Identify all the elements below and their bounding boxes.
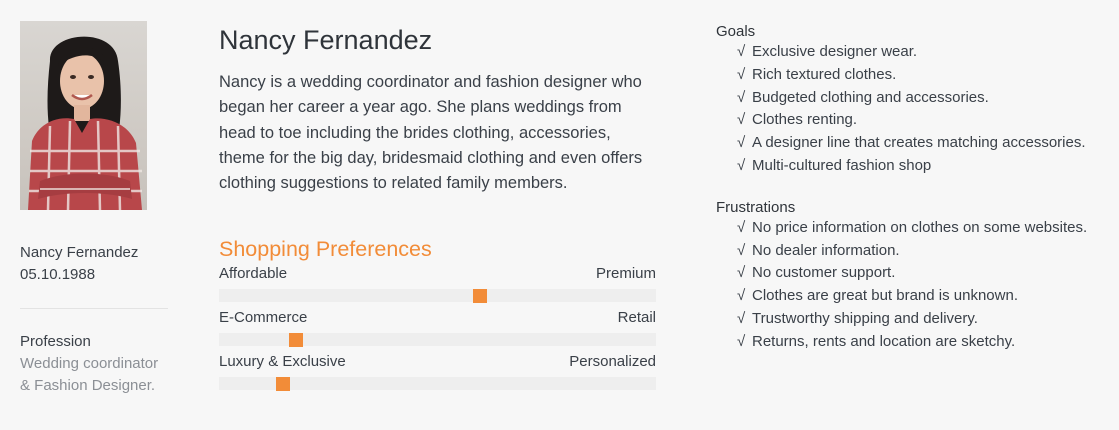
goals-frustrations: Goals √ Exclusive designer wear. √ Rich te… xyxy=(716,22,1116,354)
preference-slider-handle[interactable] xyxy=(473,288,487,303)
check-icon: √ xyxy=(737,134,746,152)
list-item: √ Clothes renting. xyxy=(737,109,1116,132)
preference-right-label: Retail xyxy=(617,309,656,327)
goals-title: Goals xyxy=(716,23,756,40)
check-icon: √ xyxy=(737,264,746,282)
list-item: √ Trustworthy shipping and delivery. xyxy=(737,308,1116,331)
list-item: √ A designer line that creates matching a… xyxy=(737,132,1116,155)
main-content: Nancy Fernandez Nancy is a wedding coord… xyxy=(219,22,659,396)
preference-luxury-personalized: Luxury & Exclusive Personalized xyxy=(219,352,656,391)
list-item: √ Returns, rents and location are sketchy… xyxy=(737,331,1116,354)
profile-name: Nancy Fernandez xyxy=(20,244,139,261)
check-icon: √ xyxy=(737,65,746,83)
list-item: √ Rich textured clothes. xyxy=(737,64,1116,87)
preference-slider-track[interactable] xyxy=(219,332,656,347)
preference-ecommerce-retail: E-Commerce Retail xyxy=(219,308,656,347)
profession-label: Profession xyxy=(20,333,91,350)
preference-right-label: Personalized xyxy=(569,353,656,371)
preference-left-label: E-Commerce xyxy=(219,309,308,327)
check-icon: √ xyxy=(737,309,746,327)
preference-affordable-premium: Affordable Premium xyxy=(219,264,656,303)
check-icon: √ xyxy=(737,88,746,106)
check-icon: √ xyxy=(737,332,746,350)
list-item: √ Exclusive designer wear. xyxy=(737,41,1116,64)
frustrations-list: √ No price information on clothes on some… xyxy=(737,217,1116,354)
check-icon: √ xyxy=(737,218,746,236)
list-item: √ No customer support. xyxy=(737,262,1116,285)
frustrations-title: Frustrations xyxy=(716,198,796,216)
preference-right-label: Premium xyxy=(595,265,656,283)
shopping-preferences-title: Shopping Preferences xyxy=(219,237,432,262)
profile-dob: 05.10.1988 xyxy=(20,266,96,283)
list-item: √ Clothes are great but brand is unknown. xyxy=(737,285,1116,308)
preference-left-label: Affordable xyxy=(219,265,288,283)
check-icon: √ xyxy=(737,287,746,305)
check-icon: √ xyxy=(737,43,746,60)
person-photo-icon xyxy=(28,36,142,210)
preference-slider-track[interactable] xyxy=(219,288,656,303)
profile-photo xyxy=(20,21,147,210)
divider xyxy=(20,308,168,309)
goals-list: √ Exclusive designer wear. √ Rich textured… xyxy=(737,41,1116,178)
list-item: √ Multi-cultured fashion shop xyxy=(737,155,1116,178)
profile-sidebar: Nancy Fernandez 05.10.1988 Profession We… xyxy=(20,21,170,397)
list-item: √ No dealer information. xyxy=(737,240,1116,263)
preference-slider-track[interactable] xyxy=(219,376,656,391)
list-item: √ No price information on clothes on some… xyxy=(737,217,1116,240)
check-icon: √ xyxy=(737,111,746,129)
preference-left-label: Luxury & Exclusive xyxy=(219,353,346,371)
preference-slider-handle[interactable] xyxy=(276,376,290,391)
profession-value: Wedding coordinator & Fashion Designer. xyxy=(20,355,159,394)
bio-text: Nancy is a wedding coordinator and fashi… xyxy=(219,73,643,193)
preference-slider-handle[interactable] xyxy=(289,332,303,347)
check-icon: √ xyxy=(737,156,746,174)
page-title: Nancy Fernandez xyxy=(219,25,433,55)
list-item: √ Budgeted clothing and accessories. xyxy=(737,87,1116,110)
check-icon: √ xyxy=(737,241,746,259)
